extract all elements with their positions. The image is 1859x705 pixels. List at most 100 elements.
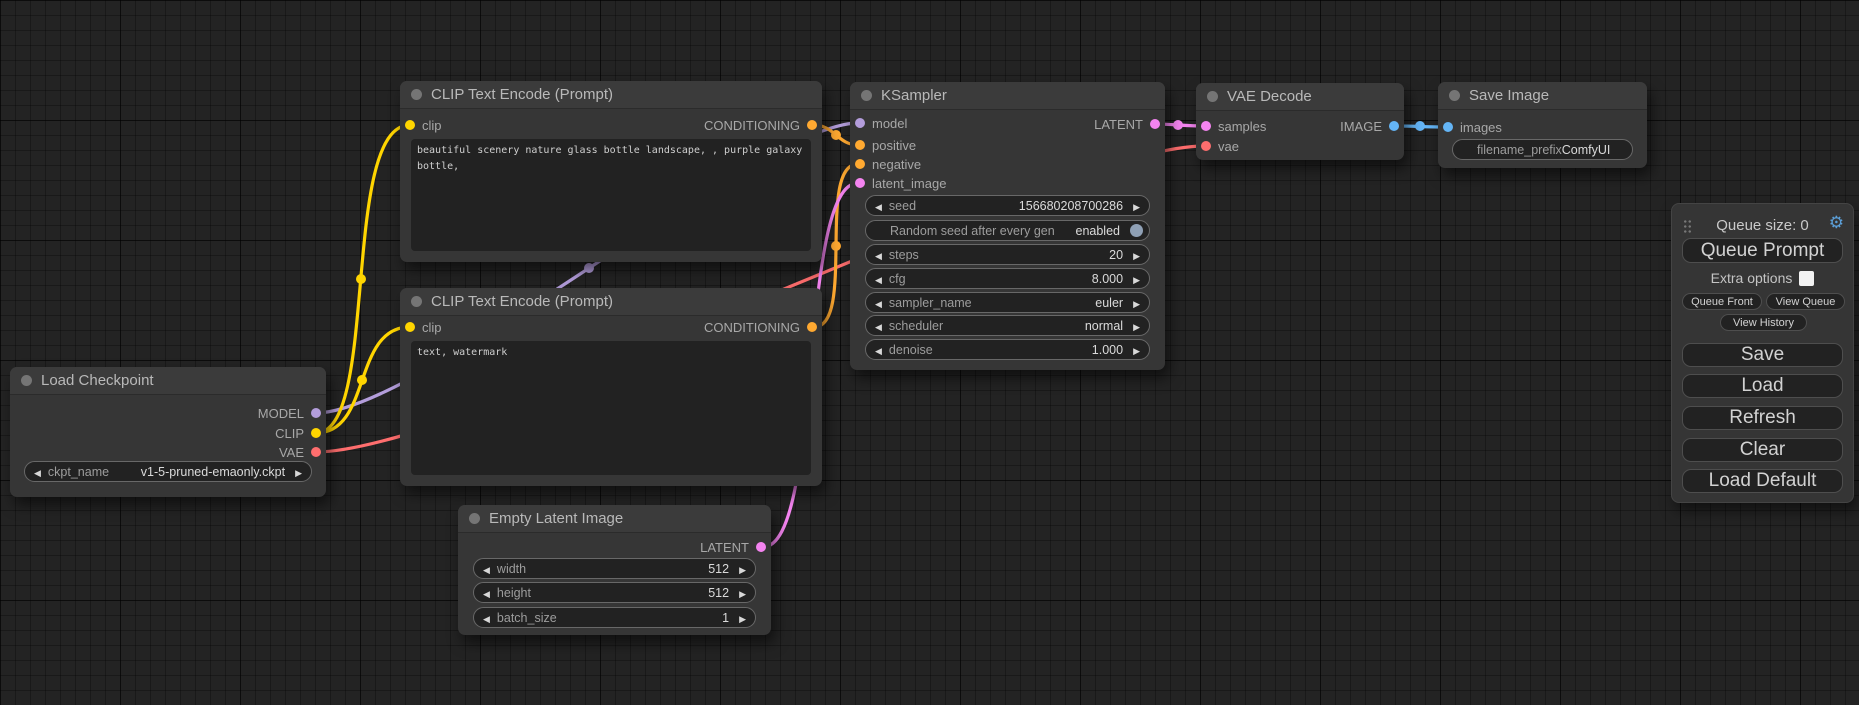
clear-button[interactable]: Clear (1682, 438, 1843, 462)
scheduler-decrement-icon[interactable] (875, 319, 882, 333)
height-increment-icon[interactable] (739, 586, 746, 600)
ckpt-name-increment-icon[interactable] (295, 465, 302, 479)
scheduler-increment-icon[interactable] (1133, 319, 1140, 333)
port-model-input[interactable] (855, 118, 865, 128)
output-slot-clip[interactable]: CLIP (275, 425, 321, 441)
widget-width[interactable]: width 512 (473, 558, 756, 579)
widget-denoise[interactable]: denoise 1.000 (865, 339, 1150, 360)
view-history-button[interactable]: View History (1720, 314, 1807, 331)
port-samples-input[interactable] (1201, 121, 1211, 131)
input-slot-vae[interactable]: vae (1201, 138, 1239, 154)
load-default-button[interactable]: Load Default (1682, 469, 1843, 493)
output-slot-model[interactable]: MODEL (258, 405, 321, 421)
collapse-dot-icon[interactable] (411, 89, 422, 100)
queue-front-button[interactable]: Queue Front (1682, 293, 1762, 310)
input-slot-latent-image[interactable]: latent_image (855, 175, 946, 191)
port-conditioning-output[interactable] (807, 120, 817, 130)
denoise-decrement-icon[interactable] (875, 343, 882, 357)
collapse-dot-icon[interactable] (21, 375, 32, 386)
batch-size-increment-icon[interactable] (739, 611, 746, 625)
empty-latent-titlebar[interactable]: Empty Latent Image (458, 505, 771, 533)
port-clip-output[interactable] (311, 428, 321, 438)
port-clip-input[interactable] (405, 120, 415, 130)
denoise-increment-icon[interactable] (1133, 343, 1140, 357)
node-clip-text-encode-positive[interactable]: CLIP Text Encode (Prompt) clip CONDITION… (400, 81, 822, 262)
node-clip-text-encode-negative[interactable]: CLIP Text Encode (Prompt) clip CONDITION… (400, 288, 822, 486)
collapse-dot-icon[interactable] (861, 90, 872, 101)
extra-options-checkbox[interactable] (1799, 271, 1814, 286)
positive-prompt-textarea[interactable]: beautiful scenery nature glass bottle la… (411, 139, 811, 251)
ksampler-titlebar[interactable]: KSampler (850, 82, 1165, 110)
node-graph-canvas[interactable]: { "colors": { "model": "#B39DDB", "clip"… (0, 0, 1859, 705)
port-latent-output[interactable] (1150, 119, 1160, 129)
clip-positive-titlebar[interactable]: CLIP Text Encode (Prompt) (400, 81, 822, 109)
port-latent-image-input[interactable] (855, 178, 865, 188)
port-vae-output[interactable] (311, 447, 321, 457)
ckpt-name-decrement-icon[interactable] (34, 465, 41, 479)
port-conditioning-output[interactable] (807, 322, 817, 332)
load-button[interactable]: Load (1682, 374, 1843, 398)
input-slot-negative[interactable]: negative (855, 156, 921, 172)
width-increment-icon[interactable] (739, 562, 746, 576)
widget-seed[interactable]: seed 156680208700286 (865, 195, 1150, 216)
node-ksampler[interactable]: KSampler model LATENT positive negative … (850, 82, 1165, 370)
collapse-dot-icon[interactable] (1449, 90, 1460, 101)
port-clip-input[interactable] (405, 322, 415, 332)
output-slot-conditioning[interactable]: CONDITIONING (704, 117, 817, 133)
collapse-dot-icon[interactable] (1207, 91, 1218, 102)
negative-prompt-textarea[interactable]: text, watermark (411, 341, 811, 475)
port-image-output[interactable] (1389, 121, 1399, 131)
save-button[interactable]: Save (1682, 343, 1843, 367)
node-empty-latent-image[interactable]: Empty Latent Image LATENT width 512 heig… (458, 505, 771, 635)
node-load-checkpoint[interactable]: Load Checkpoint MODEL CLIP VAE ckpt_name… (10, 367, 326, 497)
output-slot-image[interactable]: IMAGE (1340, 118, 1399, 134)
clip-negative-titlebar[interactable]: CLIP Text Encode (Prompt) (400, 288, 822, 316)
output-slot-conditioning[interactable]: CONDITIONING (704, 319, 817, 335)
seed-decrement-icon[interactable] (875, 199, 882, 213)
port-images-input[interactable] (1443, 122, 1453, 132)
width-decrement-icon[interactable] (483, 562, 490, 576)
widget-batch-size[interactable]: batch_size 1 (473, 607, 756, 628)
vae-decode-titlebar[interactable]: VAE Decode (1196, 83, 1404, 111)
widget-ckpt-name[interactable]: ckpt_name v1-5-pruned-emaonly.ckpt (24, 461, 312, 482)
sampler-name-increment-icon[interactable] (1133, 296, 1140, 310)
sampler-name-decrement-icon[interactable] (875, 296, 882, 310)
port-model-output[interactable] (311, 408, 321, 418)
widget-random-seed-toggle[interactable]: Random seed after every gen enabled (865, 220, 1150, 241)
port-vae-input[interactable] (1201, 141, 1211, 151)
settings-gear-icon[interactable] (1829, 214, 1844, 231)
queue-prompt-button[interactable]: Queue Prompt (1682, 238, 1843, 263)
toggle-dot[interactable] (1130, 224, 1143, 237)
height-decrement-icon[interactable] (483, 586, 490, 600)
port-negative-input[interactable] (855, 159, 865, 169)
output-slot-vae[interactable]: VAE (279, 444, 321, 460)
collapse-dot-icon[interactable] (469, 513, 480, 524)
load-checkpoint-titlebar[interactable]: Load Checkpoint (10, 367, 326, 395)
port-positive-input[interactable] (855, 140, 865, 150)
output-slot-latent[interactable]: LATENT (700, 539, 766, 555)
widget-height[interactable]: height 512 (473, 582, 756, 603)
steps-increment-icon[interactable] (1133, 248, 1140, 262)
node-save-image[interactable]: Save Image images filename_prefix ComfyU… (1438, 82, 1647, 168)
collapse-dot-icon[interactable] (411, 296, 422, 307)
cfg-decrement-icon[interactable] (875, 272, 882, 286)
widget-sampler-name[interactable]: sampler_name euler (865, 292, 1150, 313)
node-vae-decode[interactable]: VAE Decode samples IMAGE vae (1196, 83, 1404, 160)
widget-filename-prefix[interactable]: filename_prefix ComfyUI (1452, 139, 1633, 160)
input-slot-positive[interactable]: positive (855, 137, 916, 153)
batch-size-decrement-icon[interactable] (483, 611, 490, 625)
input-slot-clip[interactable]: clip (405, 117, 442, 133)
input-slot-clip[interactable]: clip (405, 319, 442, 335)
cfg-increment-icon[interactable] (1133, 272, 1140, 286)
view-queue-button[interactable]: View Queue (1766, 293, 1845, 310)
save-image-titlebar[interactable]: Save Image (1438, 82, 1647, 110)
input-slot-samples[interactable]: samples (1201, 118, 1266, 134)
input-slot-model[interactable]: model (855, 115, 907, 131)
widget-cfg[interactable]: cfg 8.000 (865, 268, 1150, 289)
widget-steps[interactable]: steps 20 (865, 244, 1150, 265)
seed-increment-icon[interactable] (1133, 199, 1140, 213)
widget-scheduler[interactable]: scheduler normal (865, 315, 1150, 336)
refresh-button[interactable]: Refresh (1682, 406, 1843, 430)
port-latent-output[interactable] (756, 542, 766, 552)
steps-decrement-icon[interactable] (875, 248, 882, 262)
